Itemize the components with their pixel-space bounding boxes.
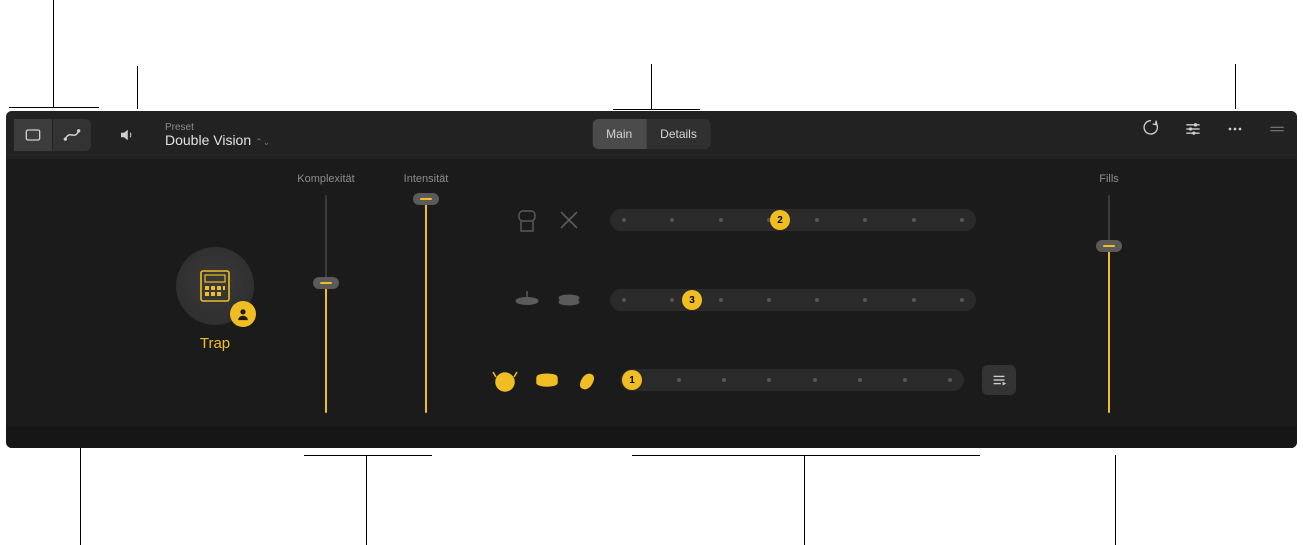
fills-slider-group: Fills (1079, 173, 1139, 413)
fills-slider[interactable] (1106, 195, 1112, 413)
sticks-icon (555, 206, 583, 234)
callout-line (137, 66, 138, 109)
callout-line (53, 0, 54, 107)
kick-snare-pattern-slider[interactable]: 1 (620, 369, 964, 391)
clap-toggle[interactable] (568, 359, 610, 401)
pads-icon (23, 125, 43, 145)
view-mode-segment (14, 119, 91, 151)
snare-icon (533, 366, 561, 394)
callout-line (1235, 64, 1236, 109)
preset-selector[interactable]: Preset Double Vision⌃⌄ (165, 122, 270, 148)
audition-button[interactable] (109, 119, 145, 151)
more-icon (1225, 119, 1245, 139)
settings-button[interactable] (1183, 119, 1203, 139)
complexity-slider[interactable] (323, 195, 329, 413)
curve-icon (62, 125, 82, 145)
percussion-pattern-marker: 2 (770, 210, 790, 230)
callout-line (632, 455, 980, 456)
intensity-label: Intensität (386, 173, 466, 185)
hihat-toggle[interactable] (548, 279, 590, 321)
view-pads-button[interactable] (14, 119, 53, 151)
main-details-tabs: Main Details (592, 119, 711, 149)
cymbal-toggle[interactable] (506, 279, 548, 321)
user-badge (230, 301, 256, 327)
conga-icon (513, 206, 541, 234)
panel-footer (6, 426, 1297, 448)
chevron-updown-icon: ⌃⌄ (255, 138, 270, 148)
drag-handle[interactable] (1267, 119, 1287, 139)
drummer-editor-panel: Preset Double Vision⌃⌄ Main Details (6, 111, 1297, 448)
panel-header: Preset Double Vision⌃⌄ Main Details (6, 111, 1297, 159)
kick-toggle[interactable] (484, 359, 526, 401)
preset-name: Double Vision⌃⌄ (165, 133, 270, 148)
complexity-label: Komplexität (286, 173, 366, 185)
speaker-icon (118, 126, 136, 144)
kick-icon (491, 366, 519, 394)
drum-machine-icon (195, 266, 235, 306)
percussion-row: 2 (506, 199, 976, 241)
snare-toggle[interactable] (526, 359, 568, 401)
intensity-slider[interactable] (423, 195, 429, 413)
sliders-icon (1183, 119, 1203, 139)
view-automation-button[interactable] (53, 119, 91, 151)
sticks-toggle[interactable] (548, 199, 590, 241)
hihat-icon (555, 286, 583, 314)
playlist-icon (990, 371, 1008, 389)
refresh-button[interactable] (1141, 119, 1161, 139)
more-button[interactable] (1225, 119, 1245, 139)
callout-line (651, 64, 652, 109)
callout-line (1115, 455, 1116, 545)
callout-line (9, 107, 99, 108)
hihat-row: 3 (506, 279, 976, 321)
refresh-icon (1141, 119, 1161, 139)
callout-line (366, 455, 367, 545)
hihat-pattern-marker: 3 (682, 290, 702, 310)
pattern-list-button[interactable] (982, 365, 1016, 395)
intensity-slider-group: Intensität (386, 173, 466, 413)
kick-snare-row: 1 (484, 359, 1016, 401)
drag-icon (1267, 119, 1287, 139)
user-icon (236, 307, 250, 321)
conga-toggle[interactable] (506, 199, 548, 241)
cymbal-icon (513, 286, 541, 314)
panel-body: Trap Komplexität Intensität (6, 159, 1297, 426)
hihat-pattern-slider[interactable]: 3 (610, 289, 976, 311)
kick-snare-pattern-marker: 1 (622, 370, 642, 390)
tab-main[interactable]: Main (592, 119, 646, 149)
genre-avatar (176, 247, 254, 325)
callout-line (304, 455, 432, 456)
clap-icon (575, 366, 603, 394)
tab-details[interactable]: Details (646, 119, 711, 149)
fills-label: Fills (1079, 173, 1139, 185)
genre-label: Trap (164, 335, 266, 352)
complexity-slider-group: Komplexität (286, 173, 366, 413)
callout-line (613, 109, 700, 110)
right-toolbar (1141, 119, 1287, 139)
percussion-pattern-slider[interactable]: 2 (610, 209, 976, 231)
callout-line (804, 455, 805, 545)
genre-selector[interactable]: Trap (164, 247, 266, 352)
